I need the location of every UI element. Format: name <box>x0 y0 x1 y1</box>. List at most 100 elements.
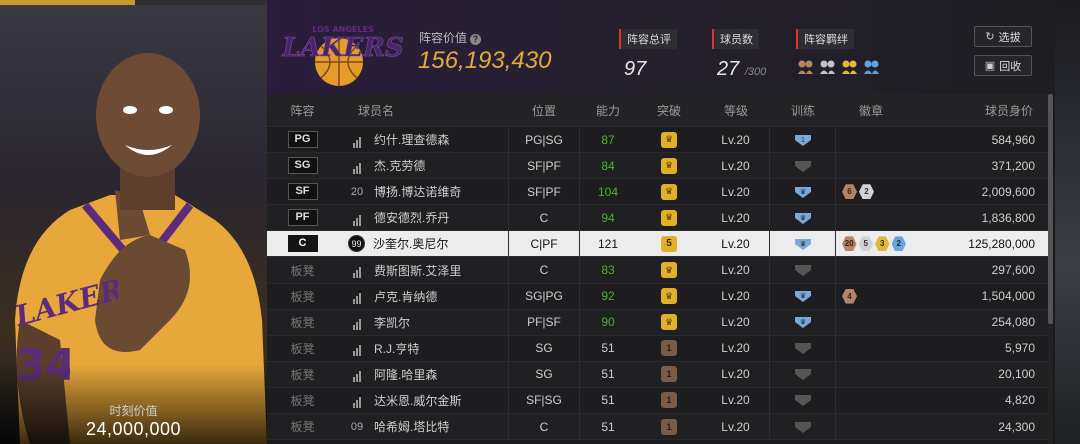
player-position: SG <box>508 335 580 361</box>
table-row[interactable]: 板凳 阿隆.哈里森 SG 51 1 Lv.20 20,100 <box>267 361 1048 388</box>
player-ability: 83 <box>601 263 615 278</box>
table-scrollbar[interactable] <box>1048 94 1053 444</box>
row-slot[interactable]: 板凳 <box>267 314 338 331</box>
player-value: 4,820 <box>1004 393 1035 408</box>
table-row[interactable]: SG 杰.克劳德 SF|PF 84 ♛ Lv.20 371,200 <box>267 153 1048 180</box>
row-name-cell[interactable]: 杰.克劳德 <box>338 157 508 174</box>
training-cell[interactable] <box>770 257 836 283</box>
player-name: R.J.亨特 <box>374 341 420 356</box>
training-cell[interactable] <box>770 387 836 414</box>
table-row[interactable]: C 99 沙奎尔.奥尼尔 C|PF 121 5 Lv.20 ♛ 20 5 3 2 125,280,000 <box>267 231 1048 258</box>
breakthrough-cell[interactable]: ♛ <box>636 131 702 148</box>
col-ability[interactable]: 能力 <box>580 102 636 119</box>
player-ability: 51 <box>601 341 615 356</box>
row-name-cell[interactable]: 卢克.肯纳德 <box>338 288 508 305</box>
table-row[interactable]: PG 约什.理查德森 PG|SG 87 ♛ Lv.20 1 584,960 <box>267 127 1048 154</box>
training-cell[interactable]: ♛ <box>770 309 836 335</box>
player-level: Lv.20 <box>702 205 770 231</box>
player-value: 24,300 <box>998 419 1035 434</box>
row-slot[interactable]: PG <box>267 131 338 149</box>
row-name-cell[interactable]: 达米恩.威尔金斯 <box>338 392 508 409</box>
row-slot[interactable]: SF <box>267 183 338 201</box>
breakthrough-cell[interactable]: ♛ <box>636 288 702 305</box>
row-name-cell[interactable]: 李凯尔 <box>338 314 508 331</box>
scrollbar-thumb[interactable] <box>1048 94 1053 324</box>
training-cell[interactable]: ♛ <box>770 179 836 205</box>
combo-silver-icon[interactable] <box>818 57 837 76</box>
recycle-button[interactable]: ▣ 回收 <box>974 55 1032 76</box>
row-name-cell[interactable]: R.J.亨特 <box>338 340 508 357</box>
training-cell[interactable]: ♛ <box>770 283 836 309</box>
row-slot[interactable]: C <box>267 235 338 253</box>
table-row[interactable]: 板凳 卢克.肯纳德 SG|PG 92 ♛ Lv.20 ♛ 4 1,504,000 <box>267 283 1048 310</box>
player-level: Lv.20 <box>702 335 770 361</box>
row-name-cell[interactable]: 09 哈希姆.塔比特 <box>338 418 508 435</box>
col-badges[interactable]: 徽章 <box>836 102 906 119</box>
col-breakthrough[interactable]: 突破 <box>636 102 702 119</box>
col-position[interactable]: 阵容 <box>267 102 338 119</box>
help-icon[interactable]: ? <box>470 34 482 45</box>
training-cell[interactable]: ♛ <box>770 231 836 257</box>
select-button[interactable]: ↻ 选拔 <box>974 26 1032 47</box>
badges-cell[interactable]: 62 <box>836 184 906 200</box>
training-cell[interactable] <box>770 335 836 361</box>
svg-text:LAKERS: LAKERS <box>281 33 403 63</box>
table-row[interactable]: 板凳 R.J.亨特 SG 51 1 Lv.20 5,970 <box>267 335 1048 362</box>
svg-text:♛: ♛ <box>799 214 805 222</box>
breakthrough-cell[interactable]: ♛ <box>636 262 702 279</box>
combo-blue-icon[interactable] <box>862 57 881 76</box>
breakthrough-cell[interactable]: 1 <box>636 340 702 357</box>
training-cell[interactable] <box>770 361 836 387</box>
player-ability: 92 <box>601 289 615 304</box>
breakthrough-cell[interactable]: 5 <box>636 235 702 252</box>
col-training[interactable]: 训练 <box>770 94 836 126</box>
svg-text:♛: ♛ <box>799 292 805 300</box>
row-name-cell[interactable]: 阿隆.哈里森 <box>338 366 508 383</box>
lineup-value: 156,193,430 <box>418 47 552 74</box>
row-slot[interactable]: 板凳 <box>267 418 338 435</box>
row-name-cell[interactable]: 99 沙奎尔.奥尼尔 <box>338 235 508 253</box>
breakthrough-cell[interactable]: ♛ <box>636 314 702 331</box>
row-slot[interactable]: 板凳 <box>267 392 338 409</box>
row-slot[interactable]: 板凳 <box>267 288 338 305</box>
table-row[interactable]: 板凳 达米恩.威尔金斯 SF|SG 51 1 Lv.20 4,820 <box>267 387 1048 415</box>
crown-icon: ♛ <box>661 131 677 148</box>
row-slot[interactable]: 板凳 <box>267 366 338 383</box>
table-row[interactable]: 板凳 费斯图斯.艾泽里 C 83 ♛ Lv.20 297,600 <box>267 257 1048 284</box>
breakthrough-cell[interactable]: ♛ <box>636 209 702 226</box>
row-slot[interactable]: 板凳 <box>267 262 338 279</box>
table-row[interactable]: 板凳 李凯尔 PF|SF 90 ♛ Lv.20 ♛ 254,080 <box>267 309 1048 336</box>
table-row[interactable]: 板凳 09 哈希姆.塔比特 C 51 1 Lv.20 24,300 <box>267 414 1048 441</box>
breakthrough-cell[interactable]: ♛ <box>636 183 702 200</box>
row-name-cell[interactable]: 20 博扬.博达诺维奇 <box>338 183 508 200</box>
crown-icon: ♛ <box>661 157 677 174</box>
svg-text:1: 1 <box>801 137 805 144</box>
training-cell[interactable]: ♛ <box>770 205 836 231</box>
row-name-cell[interactable]: 费斯图斯.艾泽里 <box>338 262 508 279</box>
breakthrough-cell[interactable]: 1 <box>636 392 702 409</box>
row-slot[interactable]: PF <box>267 209 338 227</box>
breakthrough-cell[interactable]: 1 <box>636 366 702 383</box>
training-cell[interactable]: 1 <box>770 127 836 153</box>
col-level[interactable]: 等级 <box>702 94 770 126</box>
row-name-cell[interactable]: 德安德烈.乔丹 <box>338 209 508 226</box>
row-slot[interactable]: 板凳 <box>267 340 338 357</box>
combo-bronze-icon[interactable] <box>796 57 815 76</box>
combo-gold-icon[interactable] <box>840 57 859 76</box>
badges-cell[interactable]: 4 <box>836 288 906 304</box>
row-slot[interactable]: SG <box>267 157 338 175</box>
col-pos[interactable]: 位置 <box>508 94 580 126</box>
col-name[interactable]: 球员名 <box>338 102 508 119</box>
breakthrough-cell[interactable]: ♛ <box>636 157 702 174</box>
breakthrough-cell[interactable]: 1 <box>636 418 702 435</box>
row-name-cell[interactable]: 约什.理查德森 <box>338 131 508 148</box>
training-cell[interactable] <box>770 153 836 179</box>
col-value[interactable]: 球员身价 <box>906 102 1048 119</box>
badges-cell[interactable]: 20 5 3 2 <box>836 236 906 252</box>
table-row[interactable]: SF 20 博扬.博达诺维奇 SF|PF 104 ♛ Lv.20 ♛ 6 2 2,009,600 <box>267 179 1048 206</box>
player-level: Lv.20 <box>702 231 770 257</box>
training-empty-icon <box>794 421 811 433</box>
training-cell[interactable] <box>770 414 836 440</box>
table-row[interactable]: PF 德安德烈.乔丹 C 94 ♛ Lv.20 ♛ 1,836,800 <box>267 205 1048 232</box>
player-value: 125,280,000 <box>968 236 1035 251</box>
